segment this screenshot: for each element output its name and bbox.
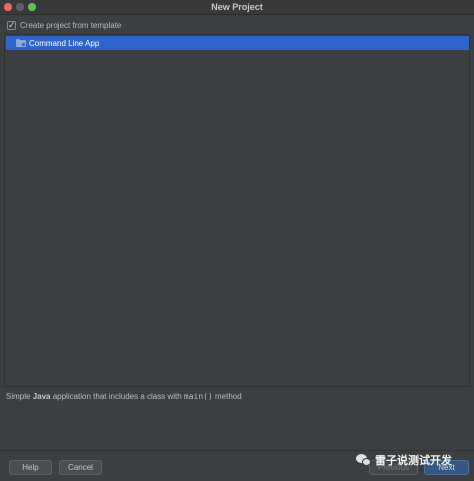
- template-description: Simple Java application that includes a …: [6, 392, 242, 401]
- description-prefix: Simple: [6, 392, 33, 401]
- description-suffix: method: [212, 392, 242, 401]
- new-project-window: New Project ✓ Create project from templa…: [0, 0, 474, 481]
- window-title: New Project: [211, 2, 263, 12]
- watermark-text: 雷子说测试开发: [375, 454, 452, 467]
- title-bar: New Project: [0, 0, 474, 15]
- template-list[interactable]: Command Line App: [4, 34, 470, 387]
- create-from-template-option[interactable]: ✓ Create project from template: [7, 19, 121, 31]
- description-code: main(): [183, 392, 213, 401]
- watermark: 雷子说测试开发: [356, 452, 452, 468]
- checkmark-icon: ✓: [8, 19, 16, 30]
- wechat-icon: [356, 453, 372, 467]
- create-from-template-checkbox[interactable]: ✓: [7, 19, 16, 30]
- template-item-label: Command Line App: [29, 38, 100, 48]
- description-language: Java: [32, 392, 51, 401]
- cancel-button[interactable]: Cancel: [59, 460, 102, 475]
- project-folder-icon: [16, 39, 26, 47]
- description-middle: application that includes a class with: [50, 392, 184, 401]
- footer-divider: [0, 450, 474, 451]
- help-button[interactable]: Help: [9, 460, 52, 475]
- create-from-template-label: Create project from template: [20, 20, 122, 30]
- template-item-command-line-app[interactable]: Command Line App: [6, 36, 469, 50]
